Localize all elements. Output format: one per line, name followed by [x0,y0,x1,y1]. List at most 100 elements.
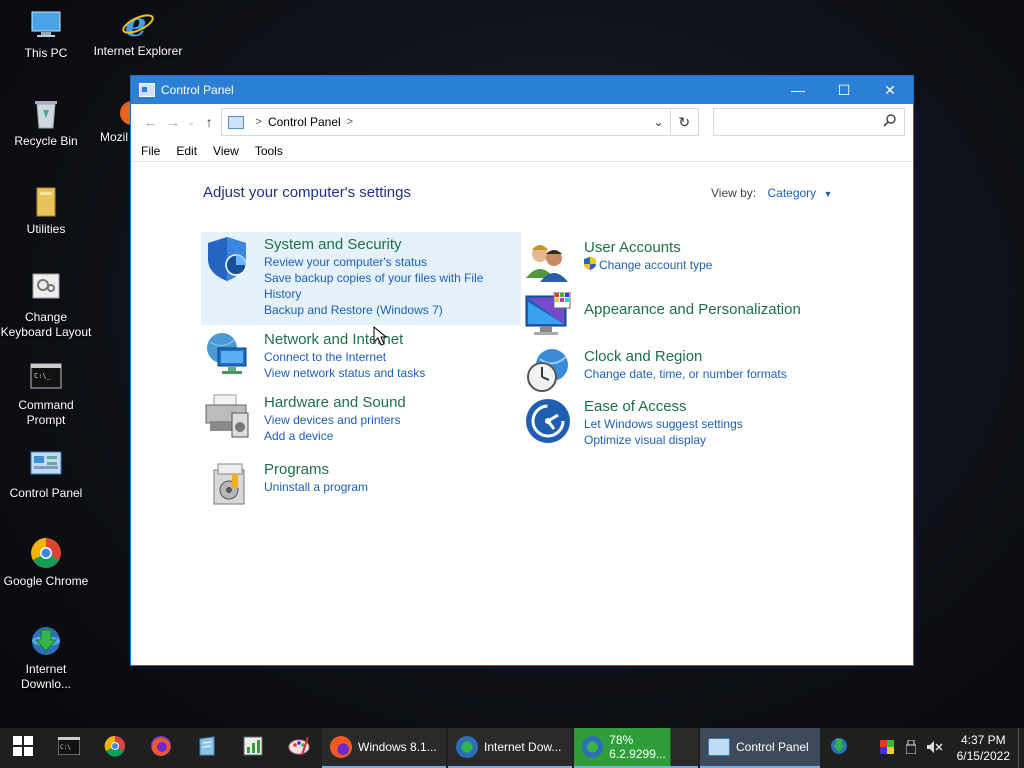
close-button[interactable]: ✕ [867,76,913,104]
refresh-icon[interactable]: ↻ [670,108,699,136]
desktop-icon-label: Utilities [26,222,66,236]
desktop-icon-control-panel[interactable]: Control Panel [0,448,92,501]
title-bar[interactable]: Control Panel — ☐ ✕ [131,76,913,104]
category-system-and-security[interactable]: System and Security Review your computer… [201,232,521,325]
link-change-account-type[interactable]: Change account type [584,257,712,274]
breadcrumb-separator[interactable]: > [347,116,353,128]
address-bar[interactable]: > Control Panel > ⌄ [220,108,671,136]
menu-file[interactable]: File [141,144,160,158]
category-programs[interactable]: Programs Uninstall a program [204,460,524,508]
menu-view[interactable]: View [213,144,239,158]
view-by-dropdown[interactable]: Category [767,186,816,200]
color-app-icon[interactable] [876,739,898,757]
desktop-icon-internet-download-manager[interactable]: Internet Downlo... [0,624,92,692]
volume-muted-icon[interactable] [924,740,946,757]
clock-globe-icon [524,347,572,395]
desktop-icon-label: Internet Downlo... [20,662,72,691]
up-arrow-icon[interactable]: ↑ [198,110,221,134]
maximize-button[interactable]: ☐ [821,76,867,104]
taskbar-pin-paint[interactable] [276,728,322,768]
chart-app-icon [242,735,264,762]
desktop-icon-google-chrome[interactable]: Google Chrome [0,536,92,589]
desktop-icon-this-pc[interactable]: This PC [0,8,92,61]
link-connect-internet[interactable]: Connect to the Internet [264,349,425,365]
category-ease-of-access[interactable]: Ease of Access Let Windows suggest setti… [524,397,844,448]
firefox-icon [92,96,132,130]
breadcrumb-control-panel[interactable]: Control Panel [268,115,341,129]
search-input[interactable] [713,108,905,136]
taskbar-pin-notepad[interactable] [184,728,230,768]
category-title[interactable]: User Accounts [584,238,712,257]
taskbar-task-firefox[interactable]: Windows 8.1... [322,728,446,768]
link-optimize-visual-display[interactable]: Optimize visual display [584,432,743,448]
link-text[interactable]: Change account type [599,258,712,272]
view-by: View by: Category ▼ [711,186,832,200]
category-title[interactable]: System and Security [264,235,494,254]
category-title[interactable]: Appearance and Personalization [584,300,801,319]
usb-device-icon[interactable] [900,739,922,757]
desktop-icon-command-prompt[interactable]: C:\_ Command Prompt [0,360,92,428]
link-date-time-formats[interactable]: Change date, time, or number formats [584,366,787,382]
mouse-cursor-icon [373,325,388,351]
chevron-down-icon[interactable]: ⌄ [653,115,663,129]
taskbar-clock[interactable]: 4:37 PM 6/15/2022 [957,732,1010,764]
category-network-and-internet[interactable]: Network and Internet Connect to the Inte… [204,330,524,381]
category-title[interactable]: Hardware and Sound [264,393,406,412]
taskbar-pin-command-prompt[interactable]: C:\ [46,728,92,768]
triangle-down-icon[interactable]: ▼ [824,189,833,199]
computer-icon [29,8,63,42]
task-label: 78% 6.2.9299... [609,733,666,761]
link-network-status[interactable]: View network status and tasks [264,365,425,381]
desktop-icon-recycle-bin[interactable]: Recycle Bin [0,96,92,149]
link-backup-restore[interactable]: Backup and Restore (Windows 7) [264,302,494,318]
taskbar-task-internet-download[interactable]: Internet Dow... [448,728,572,768]
system-tray: 4:37 PM 6/15/2022 [875,728,1024,768]
programs-box-icon [204,460,252,508]
command-prompt-icon: C:\_ [29,360,63,394]
taskbar-pin-download-manager[interactable] [822,728,856,768]
link-add-device[interactable]: Add a device [264,428,406,444]
chrome-icon [29,536,63,570]
category-title[interactable]: Clock and Region [584,347,787,366]
link-review-status[interactable]: Review your computer's status [264,254,494,270]
category-title[interactable]: Network and Internet [264,330,425,349]
view-by-label: View by: [711,186,757,200]
start-button[interactable] [0,728,46,768]
recent-chevron-icon[interactable]: ⌄ [185,110,198,134]
desktop-icon-utilities[interactable]: Utilities [0,184,92,237]
forward-arrow-icon[interactable]: → [162,110,185,134]
desktop-icon-label: This PC [24,46,68,60]
control-panel-window: Control Panel — ☐ ✕ ← → ⌄ ↑ > Control Pa… [130,75,914,666]
link-file-history[interactable]: Save backup copies of your files with Fi… [264,270,494,302]
desktop-icon-change-keyboard-layout[interactable]: Change Keyboard Layout [0,272,92,340]
category-hardware-and-sound[interactable]: Hardware and Sound View devices and prin… [204,393,524,444]
download-manager-icon [829,736,849,761]
category-appearance-and-personalization[interactable]: Appearance and Personalization [524,291,844,340]
menu-edit[interactable]: Edit [176,144,197,158]
link-devices-printers[interactable]: View devices and printers [264,412,406,428]
taskbar-task-control-panel[interactable]: Control Panel [700,728,820,768]
link-uninstall-program[interactable]: Uninstall a program [264,479,368,495]
svg-text:C:\_: C:\_ [34,372,52,380]
download-manager-icon [29,624,63,658]
firefox-icon [330,736,352,758]
users-icon [524,238,572,286]
command-prompt-icon: C:\ [57,736,81,760]
desktop-icon-label: Control Panel [9,486,83,500]
desktop-icon-internet-explorer[interactable]: e Internet Explorer [92,5,184,59]
taskbar-pin-task-manager[interactable] [230,728,276,768]
minimize-button[interactable]: — [775,76,821,104]
taskbar-pin-firefox[interactable] [138,728,184,768]
category-title[interactable]: Programs [264,460,368,479]
show-desktop-button[interactable] [1018,728,1024,768]
category-title[interactable]: Ease of Access [584,397,743,416]
taskbar-pin-chrome[interactable] [92,728,138,768]
printer-icon [204,393,252,441]
category-clock-and-region[interactable]: Clock and Region Change date, time, or n… [524,347,844,395]
category-user-accounts[interactable]: User Accounts Change account type [524,238,844,286]
menu-tools[interactable]: Tools [255,144,283,158]
back-arrow-icon[interactable]: ← [139,110,162,134]
taskbar-task-download-progress[interactable]: 78% 6.2.9299... [574,728,698,768]
desktop-icon-mozilla[interactable]: Mozil [92,96,132,145]
link-windows-suggest-settings[interactable]: Let Windows suggest settings [584,416,743,432]
